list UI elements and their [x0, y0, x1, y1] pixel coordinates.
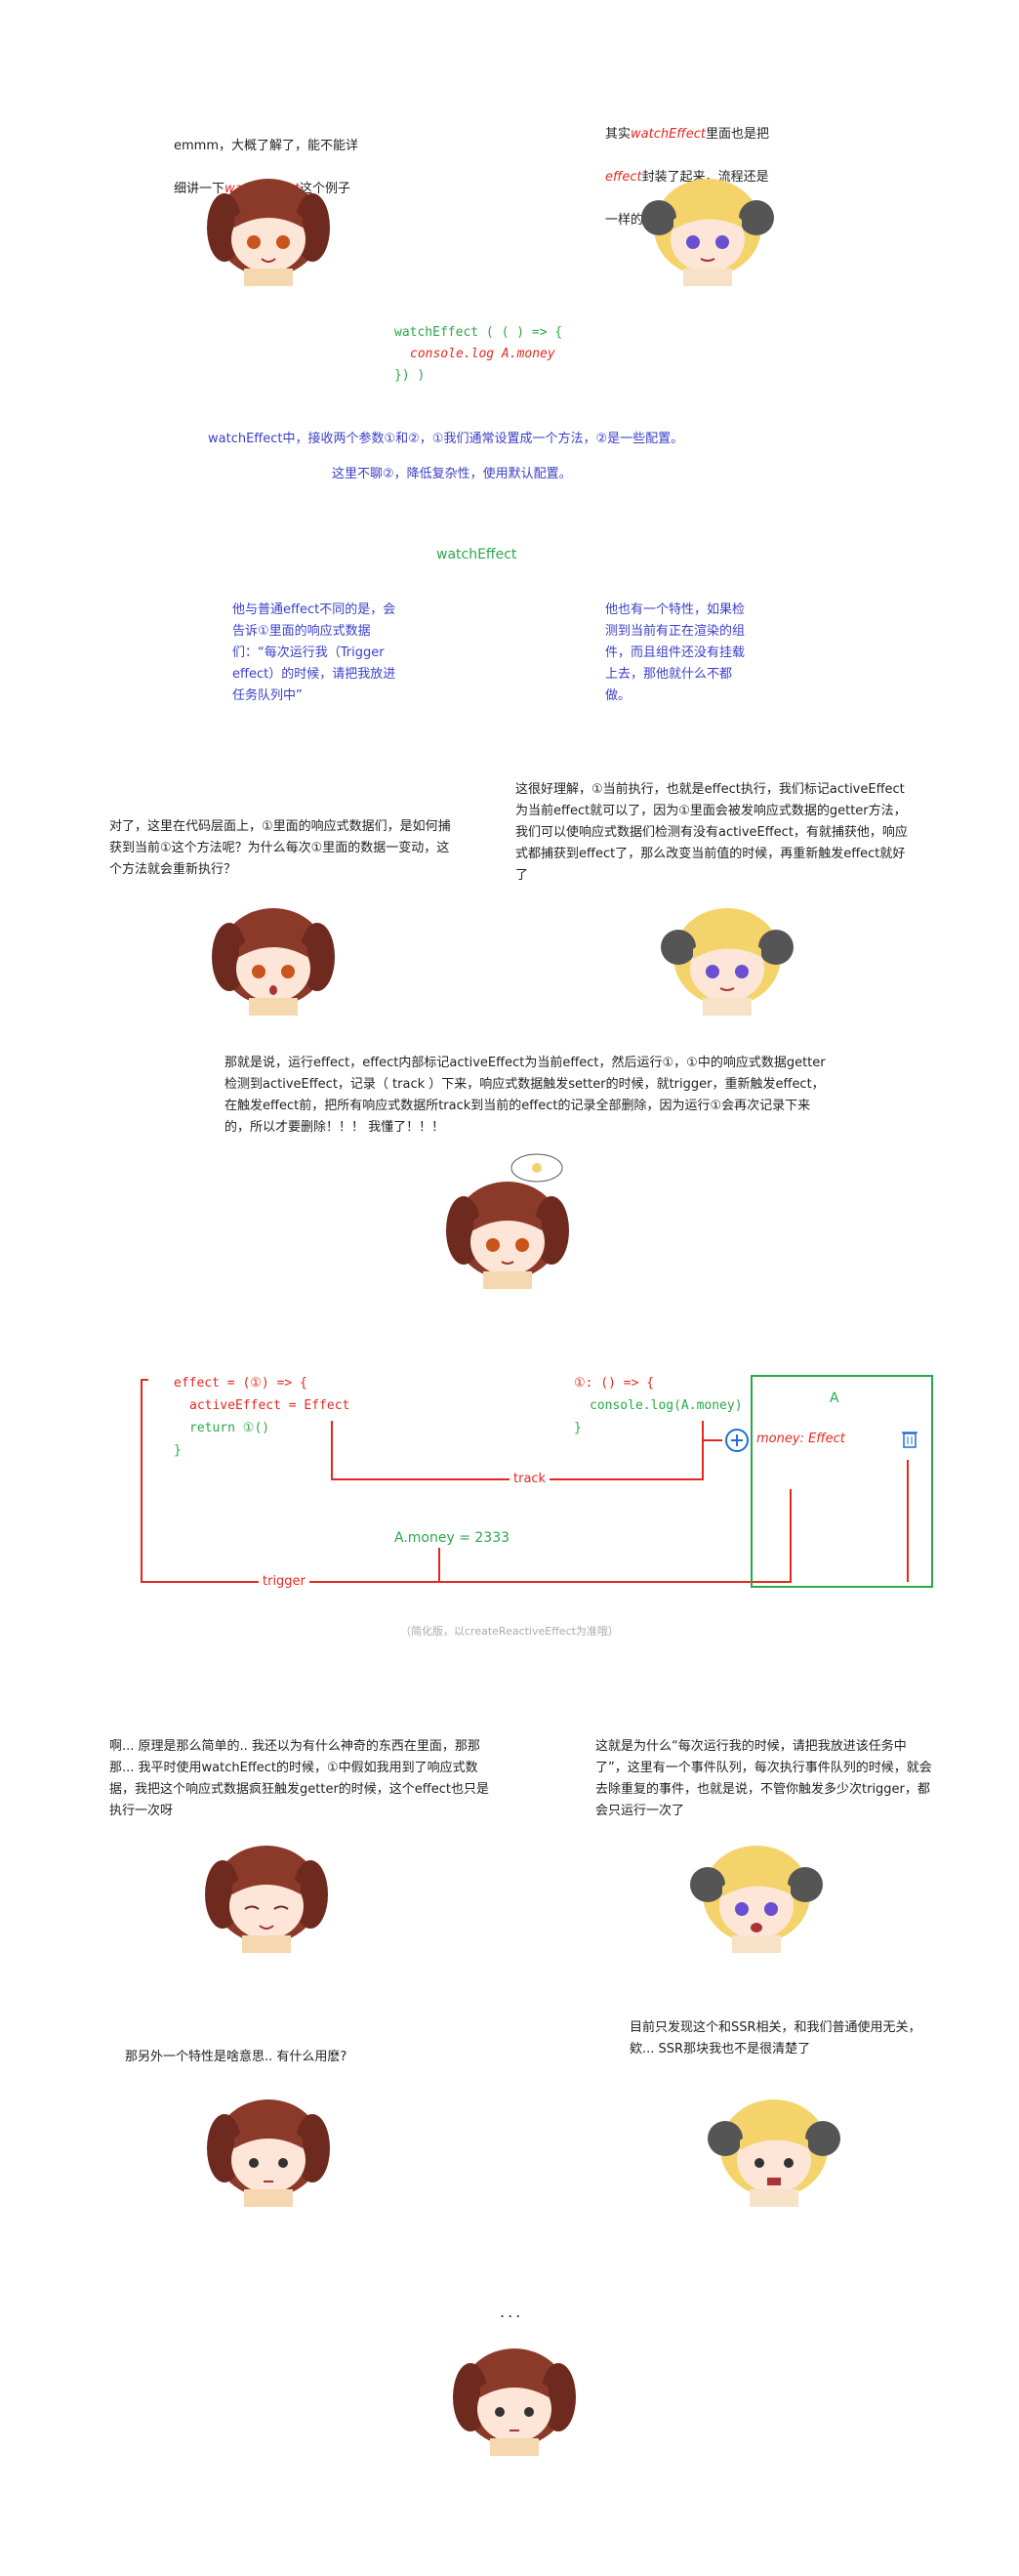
object-a-box — [751, 1375, 933, 1588]
character-blonde-hair — [690, 1846, 823, 1953]
track-label: track — [510, 1472, 550, 1486]
code-line: } — [574, 1421, 582, 1435]
fn-code: ①: () => { console.log(A.money) } — [574, 1372, 743, 1439]
character-brown-hair-curious — [207, 2099, 330, 2207]
code-watcheffect-example: watchEffect ( ( ) => { console.log A.mon… — [394, 322, 562, 387]
explain-line-2: 这里不聊②，降低复杂性，使用默认配置。 — [332, 467, 572, 481]
highlight-term: watchEffect — [631, 127, 706, 142]
section-title: watchEffect — [436, 547, 517, 562]
note-left: 他与普通effect不同的是，会告诉①里面的响应式数据们：“每次运行我（Trig… — [232, 602, 396, 703]
dialog-left-2: 对了，这里在代码层面上，①里面的响应式数据们，是如何捕获到当前①这个方法呢？为什… — [109, 819, 451, 877]
code-line: watchEffect ( ( ) => { — [394, 325, 563, 340]
dialog-right-5: 目前只发现这个和SSR相关，和我们普通使用无关，欸... SSR那块我也不是很清… — [630, 2020, 921, 2057]
character-blonde-hair-surprised — [708, 2099, 840, 2207]
character-brown-hair — [212, 908, 335, 1016]
effect-code: effect = (①) => { activeEffect = Effect … — [174, 1372, 349, 1462]
dialog-text: 其实 — [605, 127, 632, 142]
code-text: console.log A.money — [410, 347, 555, 361]
character-blonde-hair — [641, 179, 774, 286]
code-line: activeEffect = Effect — [189, 1398, 350, 1413]
note-right: 他也有一个特性，如果检测到当前有正在渲染的组件，而且组件还没有挂载上去，那他就什… — [605, 602, 746, 703]
code-line: return ①() — [189, 1421, 270, 1435]
dialog-left-5: 那另外一个特性是啥意思.. 有什么用麽? — [125, 2050, 347, 2064]
dialog-text: 里面也是把 — [705, 127, 769, 142]
trash-icon — [902, 1432, 917, 1448]
code-line: console.log(A.money) — [590, 1398, 743, 1413]
object-a-title: A — [830, 1391, 839, 1406]
character-brown-hair-thinking — [446, 1153, 569, 1289]
character-blonde-hair — [661, 908, 794, 1016]
dialog-left-4: 啊... 原理是那么简单的.. 我还以为有什么神奇的东西在里面，那那那... 我… — [109, 1739, 489, 1818]
dialog-right-4: 这就是为什么“每次运行我的时候，请把我放进该任务中了”，这里有一个事件队列，每次… — [595, 1739, 932, 1818]
character-brown-hair — [207, 179, 330, 286]
trigger-label: trigger — [259, 1574, 309, 1589]
diagram-caption: （简化版，以createReactiveEffect为准哦） — [400, 1625, 619, 1638]
dialog-right-2: 这很好理解，①当前执行，也就是effect执行，我们标记activeEffect… — [515, 782, 908, 883]
character-brown-hair-ending — [453, 2348, 576, 2456]
code-line: effect = (①) => { — [174, 1376, 307, 1391]
code-line: ①: () => { — [574, 1376, 655, 1391]
dialog-text: emmm，大概了解了，能不能详 — [174, 139, 358, 153]
explain-line-1: watchEffect中，接收两个参数①和②，①我们通常设置成一个方法，②是一些… — [208, 432, 684, 446]
object-a-entry: money: Effect — [756, 1432, 845, 1446]
code-line: } — [174, 1443, 182, 1458]
code-line: console.log A.money — [394, 344, 562, 365]
assign-statement: A.money = 2333 — [394, 1530, 510, 1546]
code-line: }) ) — [394, 368, 426, 383]
dialog-center-3: 那就是说，运行effect，effect内部标记activeEffect为当前e… — [224, 1056, 826, 1135]
character-brown-hair-smile — [205, 1846, 328, 1953]
ellipsis-text: ... — [500, 2303, 524, 2321]
